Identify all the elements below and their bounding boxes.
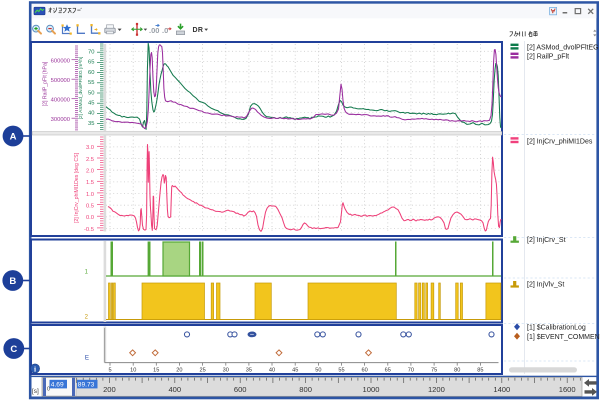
svg-text:4.69: 4.69 — [51, 382, 64, 389]
svg-text:.0: .0 — [162, 26, 168, 35]
svg-text:1.0: 1.0 — [86, 192, 94, 198]
svg-text:[2] InjCrv_phiMI1Des [deg CS]: [2] InjCrv_phiMI1Des [deg CS] — [74, 152, 80, 223]
svg-text:45: 45 — [88, 101, 94, 107]
svg-text:25: 25 — [199, 368, 205, 374]
svg-text:.00: .00 — [149, 26, 159, 35]
svg-text:0.0: 0.0 — [86, 215, 94, 221]
svg-text:800: 800 — [299, 385, 312, 394]
svg-text:65: 65 — [385, 368, 391, 374]
svg-text:85: 85 — [477, 368, 483, 374]
svg-text:1000: 1000 — [363, 385, 380, 394]
svg-text:[1] $CalibrationLog: [1] $CalibrationLog — [527, 324, 586, 331]
svg-text:A: A — [10, 131, 17, 142]
svg-text:[2] ASMod_dvolPFltEG [m³/h]: [2] ASMod_dvolPFltEG [m³/h] — [78, 57, 84, 120]
svg-text:35: 35 — [88, 121, 94, 127]
svg-text:400: 400 — [168, 385, 181, 394]
svg-text:B: B — [9, 276, 16, 287]
svg-text:50: 50 — [88, 90, 94, 96]
svg-text:75: 75 — [431, 368, 437, 374]
svg-text:2.0: 2.0 — [86, 168, 94, 174]
svg-text:35: 35 — [246, 368, 252, 374]
svg-text:i: i — [34, 364, 36, 373]
svg-text:600: 600 — [234, 385, 247, 394]
svg-text:55: 55 — [338, 368, 344, 374]
svg-text:40: 40 — [269, 368, 275, 374]
svg-text:E: E — [85, 355, 89, 362]
svg-text:30: 30 — [223, 368, 229, 374]
svg-text:400000: 400000 — [51, 98, 70, 104]
svg-text:15: 15 — [153, 368, 159, 374]
svg-text:70: 70 — [88, 50, 94, 56]
svg-text:3.0: 3.0 — [86, 145, 94, 151]
svg-text:600000: 600000 — [51, 59, 70, 65]
svg-text:10: 10 — [130, 368, 136, 374]
svg-text:80: 80 — [454, 368, 460, 374]
svg-text:40: 40 — [88, 111, 94, 117]
svg-text:55: 55 — [88, 80, 94, 86]
svg-text:[2] InjCrv_phiMI1Des: [2] InjCrv_phiMI1Des — [527, 138, 593, 145]
svg-text:[s]: [s] — [32, 388, 39, 395]
svg-text:200: 200 — [103, 385, 116, 394]
svg-text:1200: 1200 — [428, 385, 445, 394]
svg-text:20: 20 — [176, 368, 182, 374]
svg-text:DR: DR — [193, 27, 204, 34]
svg-text:50: 50 — [315, 368, 321, 374]
svg-text:1400: 1400 — [493, 385, 510, 394]
svg-text:0.5: 0.5 — [86, 203, 94, 209]
svg-text:1.5: 1.5 — [86, 180, 94, 186]
svg-text:[2] InjVlv_St: [2] InjVlv_St — [527, 282, 564, 289]
svg-text:5: 5 — [108, 368, 111, 374]
svg-text:1600: 1600 — [559, 385, 576, 394]
svg-text:65: 65 — [88, 60, 94, 66]
svg-text:[1] $EVENT_COMMENTS: [1] $EVENT_COMMENTS — [527, 334, 600, 341]
svg-text:2.5: 2.5 — [86, 157, 94, 163]
svg-text:60: 60 — [361, 368, 367, 374]
svg-text:[2] ASMod_dvolPFltEG: [2] ASMod_dvolPFltEG — [527, 45, 599, 52]
svg-text:C: C — [10, 344, 17, 355]
svg-text:70: 70 — [408, 368, 414, 374]
svg-text:[2] RailP_pFlt [hPa]: [2] RailP_pFlt [hPa] — [43, 61, 49, 106]
svg-text:[2] RailP_pFlt: [2] RailP_pFlt — [527, 54, 569, 61]
svg-text:-0.5: -0.5 — [84, 227, 94, 233]
svg-text:45: 45 — [292, 368, 298, 374]
svg-text:60: 60 — [88, 70, 94, 76]
svg-text:500000: 500000 — [51, 78, 70, 84]
svg-text:89.73: 89.73 — [78, 382, 95, 389]
svg-text:[2] InjCrv_St: [2] InjCrv_St — [527, 237, 566, 244]
svg-text:300000: 300000 — [51, 117, 70, 123]
